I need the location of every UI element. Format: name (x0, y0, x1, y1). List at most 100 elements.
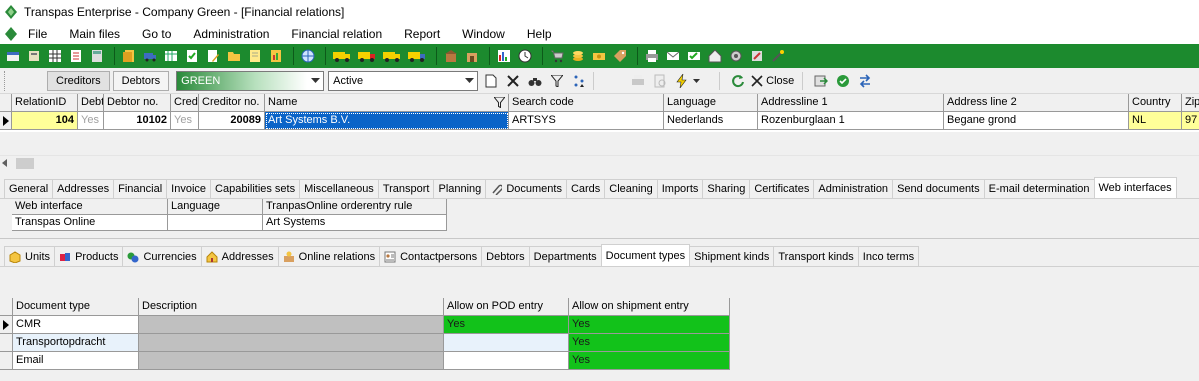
table-row[interactable]: Transpas Online Art Systems (12, 215, 447, 231)
cell-debtor-no[interactable]: 10102 (104, 112, 171, 130)
planning-icon[interactable] (162, 47, 180, 65)
tab-send-documents[interactable]: Send documents (892, 179, 985, 198)
table-row[interactable]: Email Yes (0, 352, 730, 370)
cell-relation-id[interactable]: 104 (12, 112, 78, 130)
money-icon[interactable] (590, 47, 608, 65)
email-check-icon[interactable] (685, 47, 703, 65)
filter-icon[interactable] (548, 72, 566, 90)
cell-name[interactable]: Art Systems B.V. (265, 112, 509, 130)
menu-window[interactable]: Window (462, 27, 505, 41)
tab-products[interactable]: Products (54, 246, 124, 266)
tab-shipment-kinds[interactable]: Shipment kinds (689, 246, 775, 266)
tab-web-interfaces[interactable]: Web interfaces (1093, 177, 1177, 198)
column-header-relationid[interactable]: RelationID (12, 94, 78, 112)
truck-red-icon[interactable] (356, 47, 378, 65)
depot-icon[interactable] (463, 47, 481, 65)
cell-allow-pod[interactable]: Yes (444, 316, 569, 334)
menu-financial-relation[interactable]: Financial relation (291, 27, 382, 41)
check-list-icon[interactable] (183, 47, 201, 65)
binoculars-icon[interactable] (526, 72, 544, 90)
note-icon[interactable] (246, 47, 264, 65)
tab-units[interactable]: Units (4, 246, 56, 266)
column-header-country[interactable]: Country (1129, 94, 1182, 112)
chevron-down-icon[interactable] (691, 72, 701, 90)
column-header-zip[interactable]: Zip (1182, 94, 1199, 112)
scroll-left-icon[interactable] (2, 159, 7, 167)
cell-description[interactable] (139, 316, 444, 334)
new-document-icon[interactable] (482, 72, 500, 90)
column-header-allow-pod[interactable]: Allow on POD entry (444, 298, 569, 316)
cell-description[interactable] (139, 352, 444, 370)
menu-help[interactable]: Help (527, 27, 552, 41)
tab-inco-terms[interactable]: Inco terms (857, 246, 920, 266)
menu-go-to[interactable]: Go to (142, 27, 171, 41)
tools-icon[interactable] (727, 47, 745, 65)
panel-splitter[interactable] (0, 238, 1199, 242)
scrollbar-thumb[interactable] (16, 158, 34, 169)
cell-language[interactable]: Nederlands (664, 112, 758, 130)
truck-blue-icon[interactable] (406, 47, 428, 65)
column-header-debtor-no[interactable]: Debtor no. (104, 94, 171, 112)
tab-transport-kinds[interactable]: Transport kinds (773, 246, 859, 266)
transport-icon[interactable] (141, 47, 159, 65)
tab-debtors[interactable]: Debtors (481, 246, 530, 266)
chevron-down-icon[interactable] (461, 72, 477, 90)
cell-creditor[interactable]: Yes (171, 112, 199, 130)
column-header-document-type[interactable]: Document type (13, 298, 139, 316)
cell-address-1[interactable]: Rozenburglaan 1 (758, 112, 944, 130)
cart-icon[interactable] (548, 47, 566, 65)
cell-allow-shipment[interactable]: Yes (569, 316, 730, 334)
cell-document-type[interactable]: CMR (13, 316, 139, 334)
export-icon[interactable] (812, 72, 830, 90)
coins-icon[interactable] (569, 47, 587, 65)
mail-icon[interactable] (664, 47, 682, 65)
tab-document-types[interactable]: Document types (600, 244, 691, 266)
cell-allow-shipment[interactable]: Yes (569, 352, 730, 370)
warehouse-icon[interactable] (442, 47, 460, 65)
approve-icon[interactable] (834, 72, 852, 90)
truck-trailer-icon[interactable] (381, 47, 403, 65)
column-header-allow-shipment[interactable]: Allow on shipment entry (569, 298, 730, 316)
tab-transport[interactable]: Transport (377, 179, 435, 198)
tab-certificates[interactable]: Certificates (749, 179, 815, 198)
settings-icon[interactable] (748, 47, 766, 65)
menu-administration[interactable]: Administration (193, 27, 269, 41)
tab-email-determination[interactable]: E-mail determination (983, 179, 1095, 198)
print-icon[interactable] (643, 47, 661, 65)
cell-country[interactable]: NL (1129, 112, 1182, 130)
tab-miscellaneous[interactable]: Miscellaneous (299, 179, 379, 198)
relations-icon[interactable] (4, 47, 22, 65)
tab-invoice[interactable]: Invoice (166, 179, 212, 198)
sort-icon[interactable] (570, 72, 588, 90)
company-select[interactable]: GREEN (176, 70, 325, 91)
chart-icon[interactable] (495, 47, 513, 65)
clock-icon[interactable] (516, 47, 534, 65)
table-row[interactable]: Transportopdracht Yes (0, 334, 730, 352)
wand-icon[interactable] (769, 47, 787, 65)
cell-zip[interactable]: 97 (1182, 112, 1199, 130)
menu-main-files[interactable]: Main files (69, 27, 120, 41)
tab-administration[interactable]: Administration (813, 179, 894, 198)
column-header-name[interactable]: Name (265, 94, 509, 112)
lightning-icon[interactable] (673, 72, 691, 90)
tab-cards[interactable]: Cards (565, 179, 606, 198)
menu-report[interactable]: Report (404, 27, 440, 41)
globe-icon[interactable] (299, 47, 317, 65)
folder-icon[interactable] (225, 47, 243, 65)
column-header-language[interactable]: Language (168, 199, 263, 215)
cell-document-type[interactable]: Email (13, 352, 139, 370)
column-header-web-interface[interactable]: Web interface (12, 199, 168, 215)
cell-language[interactable] (168, 215, 263, 231)
tab-capabilities-sets[interactable]: Capabilities sets (210, 179, 301, 198)
tab-online-relations[interactable]: Online relations (277, 246, 381, 266)
tab-departments[interactable]: Departments (528, 246, 602, 266)
close-button[interactable]: Close (751, 72, 794, 90)
tab-addresses[interactable]: Addresses (200, 246, 279, 266)
column-header-debtor[interactable]: Debtor (78, 94, 104, 112)
tab-contactpersons[interactable]: Contactpersons (379, 246, 483, 266)
tag-icon[interactable] (611, 47, 629, 65)
tab-cleaning[interactable]: Cleaning (604, 179, 658, 198)
toolbar-grip[interactable] (4, 70, 7, 91)
column-header-search-code[interactable]: Search code (509, 94, 664, 112)
tab-documents[interactable]: Documents (485, 179, 567, 198)
